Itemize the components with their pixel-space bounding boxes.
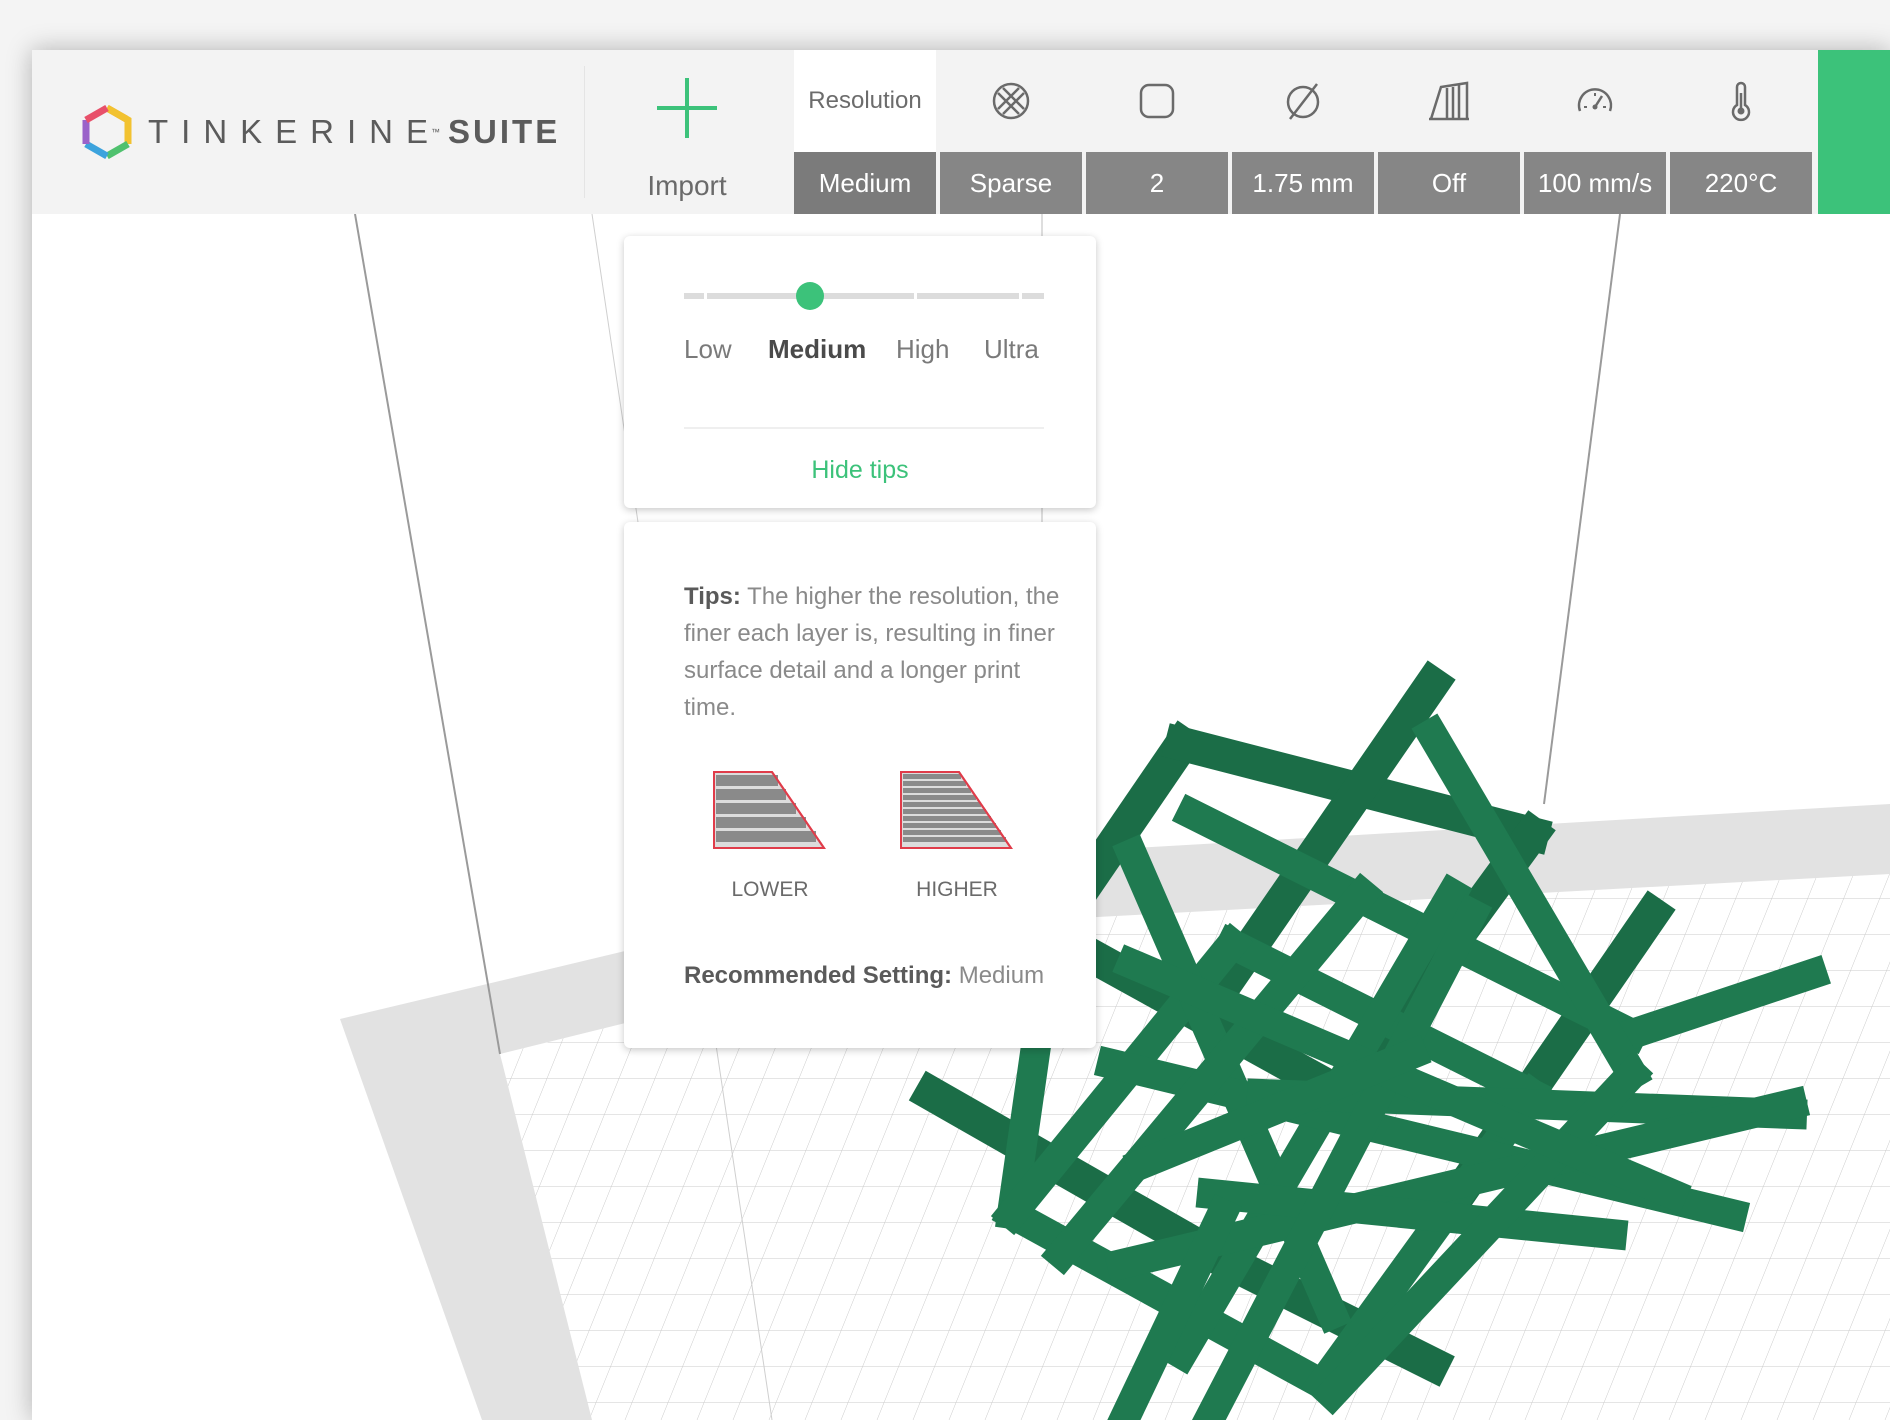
- shell-square-icon: [1139, 83, 1175, 119]
- setting-infill[interactable]: Sparse: [940, 50, 1082, 214]
- level-ultra[interactable]: Ultra: [984, 334, 1039, 365]
- print-button[interactable]: [1818, 50, 1890, 214]
- resolution-value: Medium: [794, 152, 936, 214]
- infill-value: Sparse: [940, 152, 1082, 214]
- logo-trademark: ™: [431, 127, 441, 137]
- setting-temperature[interactable]: 220°C: [1670, 50, 1812, 214]
- recommended-setting: Recommended Setting: Medium: [684, 962, 1044, 990]
- slider-tick: [704, 293, 707, 299]
- speed-value: 100 mm/s: [1524, 152, 1666, 214]
- logo-wordmark: TINKERINE: [148, 113, 442, 150]
- resolution-slider-knob[interactable]: [796, 282, 824, 310]
- diameter-icon: [1286, 83, 1320, 120]
- supports-value: Off: [1378, 152, 1520, 214]
- resolution-header: Resolution: [808, 87, 922, 114]
- build-volume-edge: [1543, 214, 1621, 805]
- lower-resolution-layers-icon: [713, 771, 826, 849]
- resolution-slider-track[interactable]: [684, 293, 1044, 299]
- build-volume-edge: [354, 214, 501, 1055]
- app-window: TINKERINE ™ SUITE Import Resolution Medi…: [32, 50, 1890, 1420]
- level-medium[interactable]: Medium: [768, 334, 866, 365]
- logo-suite: SUITE: [448, 113, 561, 150]
- lower-caption: LOWER: [731, 878, 809, 901]
- setting-speed[interactable]: 100 mm/s: [1524, 50, 1666, 214]
- toolbar-divider: [584, 66, 585, 198]
- setting-shells[interactable]: 2: [1086, 50, 1228, 214]
- slider-tick: [1019, 293, 1022, 299]
- hexagon-logo-icon: [82, 105, 132, 159]
- resolution-slider-panel: Low Medium High Ultra Hide tips: [624, 236, 1096, 508]
- support-columns-icon: [1429, 81, 1469, 121]
- setting-supports[interactable]: Off: [1378, 50, 1520, 214]
- panel-separator: [684, 427, 1044, 429]
- level-high[interactable]: High: [896, 334, 949, 365]
- infill-pattern-icon: [992, 82, 1030, 120]
- plus-icon: [657, 78, 717, 138]
- higher-resolution-layers-icon: [900, 771, 1013, 849]
- tips-text: Tips: The higher the resolution, the fin…: [684, 578, 1064, 726]
- higher-caption: HIGHER: [916, 878, 998, 901]
- slider-tick: [914, 293, 917, 299]
- diameter-value: 1.75 mm: [1232, 152, 1374, 214]
- temperature-value: 220°C: [1670, 152, 1812, 214]
- import-label: Import: [647, 170, 727, 201]
- recommended-value: Medium: [958, 962, 1045, 989]
- tips-body: The higher the resolution, the finer eac…: [684, 583, 1060, 721]
- top-toolbar: TINKERINE ™ SUITE Import Resolution Medi…: [32, 50, 1890, 214]
- shells-value: 2: [1086, 152, 1228, 214]
- setting-resolution[interactable]: Resolution Medium: [794, 50, 936, 214]
- setting-filament-diameter[interactable]: 1.75 mm: [1232, 50, 1374, 214]
- import-button[interactable]: Import: [624, 70, 754, 201]
- tinkerine-logo: TINKERINE ™ SUITE: [82, 102, 560, 162]
- tips-label: Tips:: [684, 583, 741, 610]
- tips-panel: Tips: The higher the resolution, the fin…: [624, 522, 1096, 1048]
- recommended-label: Recommended Setting:: [684, 962, 953, 989]
- hide-tips-link[interactable]: Hide tips: [624, 456, 1096, 485]
- speedometer-icon: [1577, 88, 1613, 112]
- level-low[interactable]: Low: [684, 334, 732, 365]
- thermometer-icon: [1731, 81, 1751, 122]
